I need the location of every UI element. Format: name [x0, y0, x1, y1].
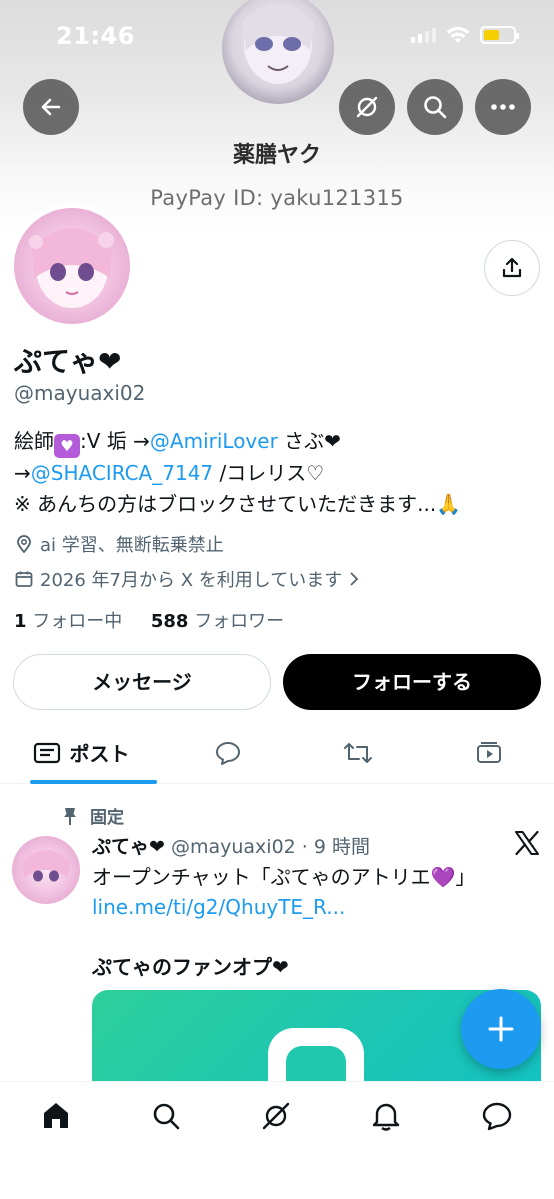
compose-button[interactable]	[461, 989, 541, 1069]
follow-stats: 1 フォロー中 588 フォロワー	[14, 607, 284, 633]
search-icon	[424, 96, 447, 119]
nav-search[interactable]	[148, 1098, 184, 1134]
signal-icon	[411, 27, 436, 43]
following-label[interactable]: フォロー中	[32, 611, 122, 632]
notifications-icon	[372, 1103, 400, 1131]
post-text: オープンチャット「ぷてゃのアトリエ💜」 line.me/ti/g2/QhuyTE…	[92, 862, 522, 922]
grok-icon	[356, 96, 378, 118]
plus-icon	[488, 1016, 514, 1042]
profile-joined[interactable]: 2026 年7月から X を利用しています	[14, 566, 360, 592]
grok-button[interactable]	[339, 79, 395, 135]
post-link[interactable]: line.me/ti/g2/QhuyTE_R...	[92, 892, 522, 922]
x-logo-icon	[515, 830, 539, 856]
followers-label[interactable]: フォロワー	[194, 611, 284, 632]
repost-icon	[344, 742, 373, 763]
tab-replies[interactable]	[163, 722, 293, 783]
pinned-label: 固定	[62, 803, 124, 828]
back-button[interactable]	[23, 79, 79, 135]
bio-line-3: ※ あんちの方はブロックさせていただきます...🙏	[14, 492, 462, 516]
post-author-meta: @mayuaxi02 · 9 時間	[164, 836, 370, 858]
reply-icon	[216, 741, 241, 765]
post-text-line-2: ぷてゃのファンオプ❤	[92, 955, 289, 979]
nav-messages[interactable]	[479, 1098, 515, 1134]
grok-icon	[262, 1102, 290, 1130]
location-pin-icon	[17, 535, 31, 554]
heart-emoji-icon: ♥	[54, 434, 80, 458]
bottom-nav	[0, 1081, 554, 1199]
share-icon	[502, 257, 522, 278]
chevron-right-icon	[350, 572, 359, 586]
post-avatar[interactable]	[12, 836, 80, 904]
arrow-left-icon	[41, 98, 61, 116]
banner-name: 薬膳ヤク	[232, 143, 321, 168]
tab-posts[interactable]: ポスト	[0, 722, 163, 784]
profile-location: ai 学習、無断転乗禁止	[14, 531, 224, 557]
more-icon	[491, 104, 515, 110]
bio-line-1: 絵師 ♥:V 垢 →@AmiriLover さぶ❤	[14, 426, 544, 458]
profile-handle: @mayuaxi02	[14, 381, 146, 405]
message-button[interactable]: メッセージ	[13, 654, 271, 710]
pin-icon	[64, 807, 76, 825]
post-author-name[interactable]: ぷてゃ❤	[92, 836, 165, 858]
profile-tabs: ポスト	[0, 722, 554, 784]
home-icon	[44, 1103, 68, 1128]
bio-mention-shacirca[interactable]: @SHACIRCA_7147	[31, 461, 213, 485]
posts-icon	[34, 742, 61, 763]
followers-count[interactable]: 588	[151, 611, 189, 632]
more-button[interactable]	[475, 79, 531, 135]
nav-notifications[interactable]	[368, 1098, 404, 1134]
tab-media[interactable]	[424, 722, 554, 783]
tab-reposts[interactable]	[293, 722, 423, 783]
share-button[interactable]	[484, 240, 540, 296]
follow-button[interactable]: フォローする	[283, 654, 541, 710]
post-header: ぷてゃ❤ @mayuaxi02 · 9 時間	[92, 832, 370, 859]
search-icon	[153, 1103, 180, 1130]
wifi-icon	[446, 26, 470, 43]
search-button[interactable]	[407, 79, 463, 135]
profile-avatar[interactable]	[10, 204, 134, 328]
bio-line-2: →@SHACIRCA_7147 /コレリス♡	[14, 461, 325, 485]
status-icons	[411, 26, 519, 44]
media-icon	[476, 741, 501, 763]
display-name: ぷてゃ❤	[14, 345, 122, 378]
status-time: 21:46	[56, 22, 135, 50]
bio-mention-amirilover[interactable]: @AmiriLover	[150, 429, 278, 453]
profile-bio: 絵師 ♥:V 垢 →@AmiriLover さぶ❤ →@SHACIRCA_7147…	[14, 426, 544, 520]
battery-icon	[480, 26, 519, 44]
calendar-icon	[15, 571, 33, 587]
messages-icon	[482, 1102, 512, 1131]
nav-grok[interactable]	[258, 1098, 294, 1134]
nav-home[interactable]	[38, 1098, 74, 1134]
following-count[interactable]: 1	[14, 611, 27, 632]
